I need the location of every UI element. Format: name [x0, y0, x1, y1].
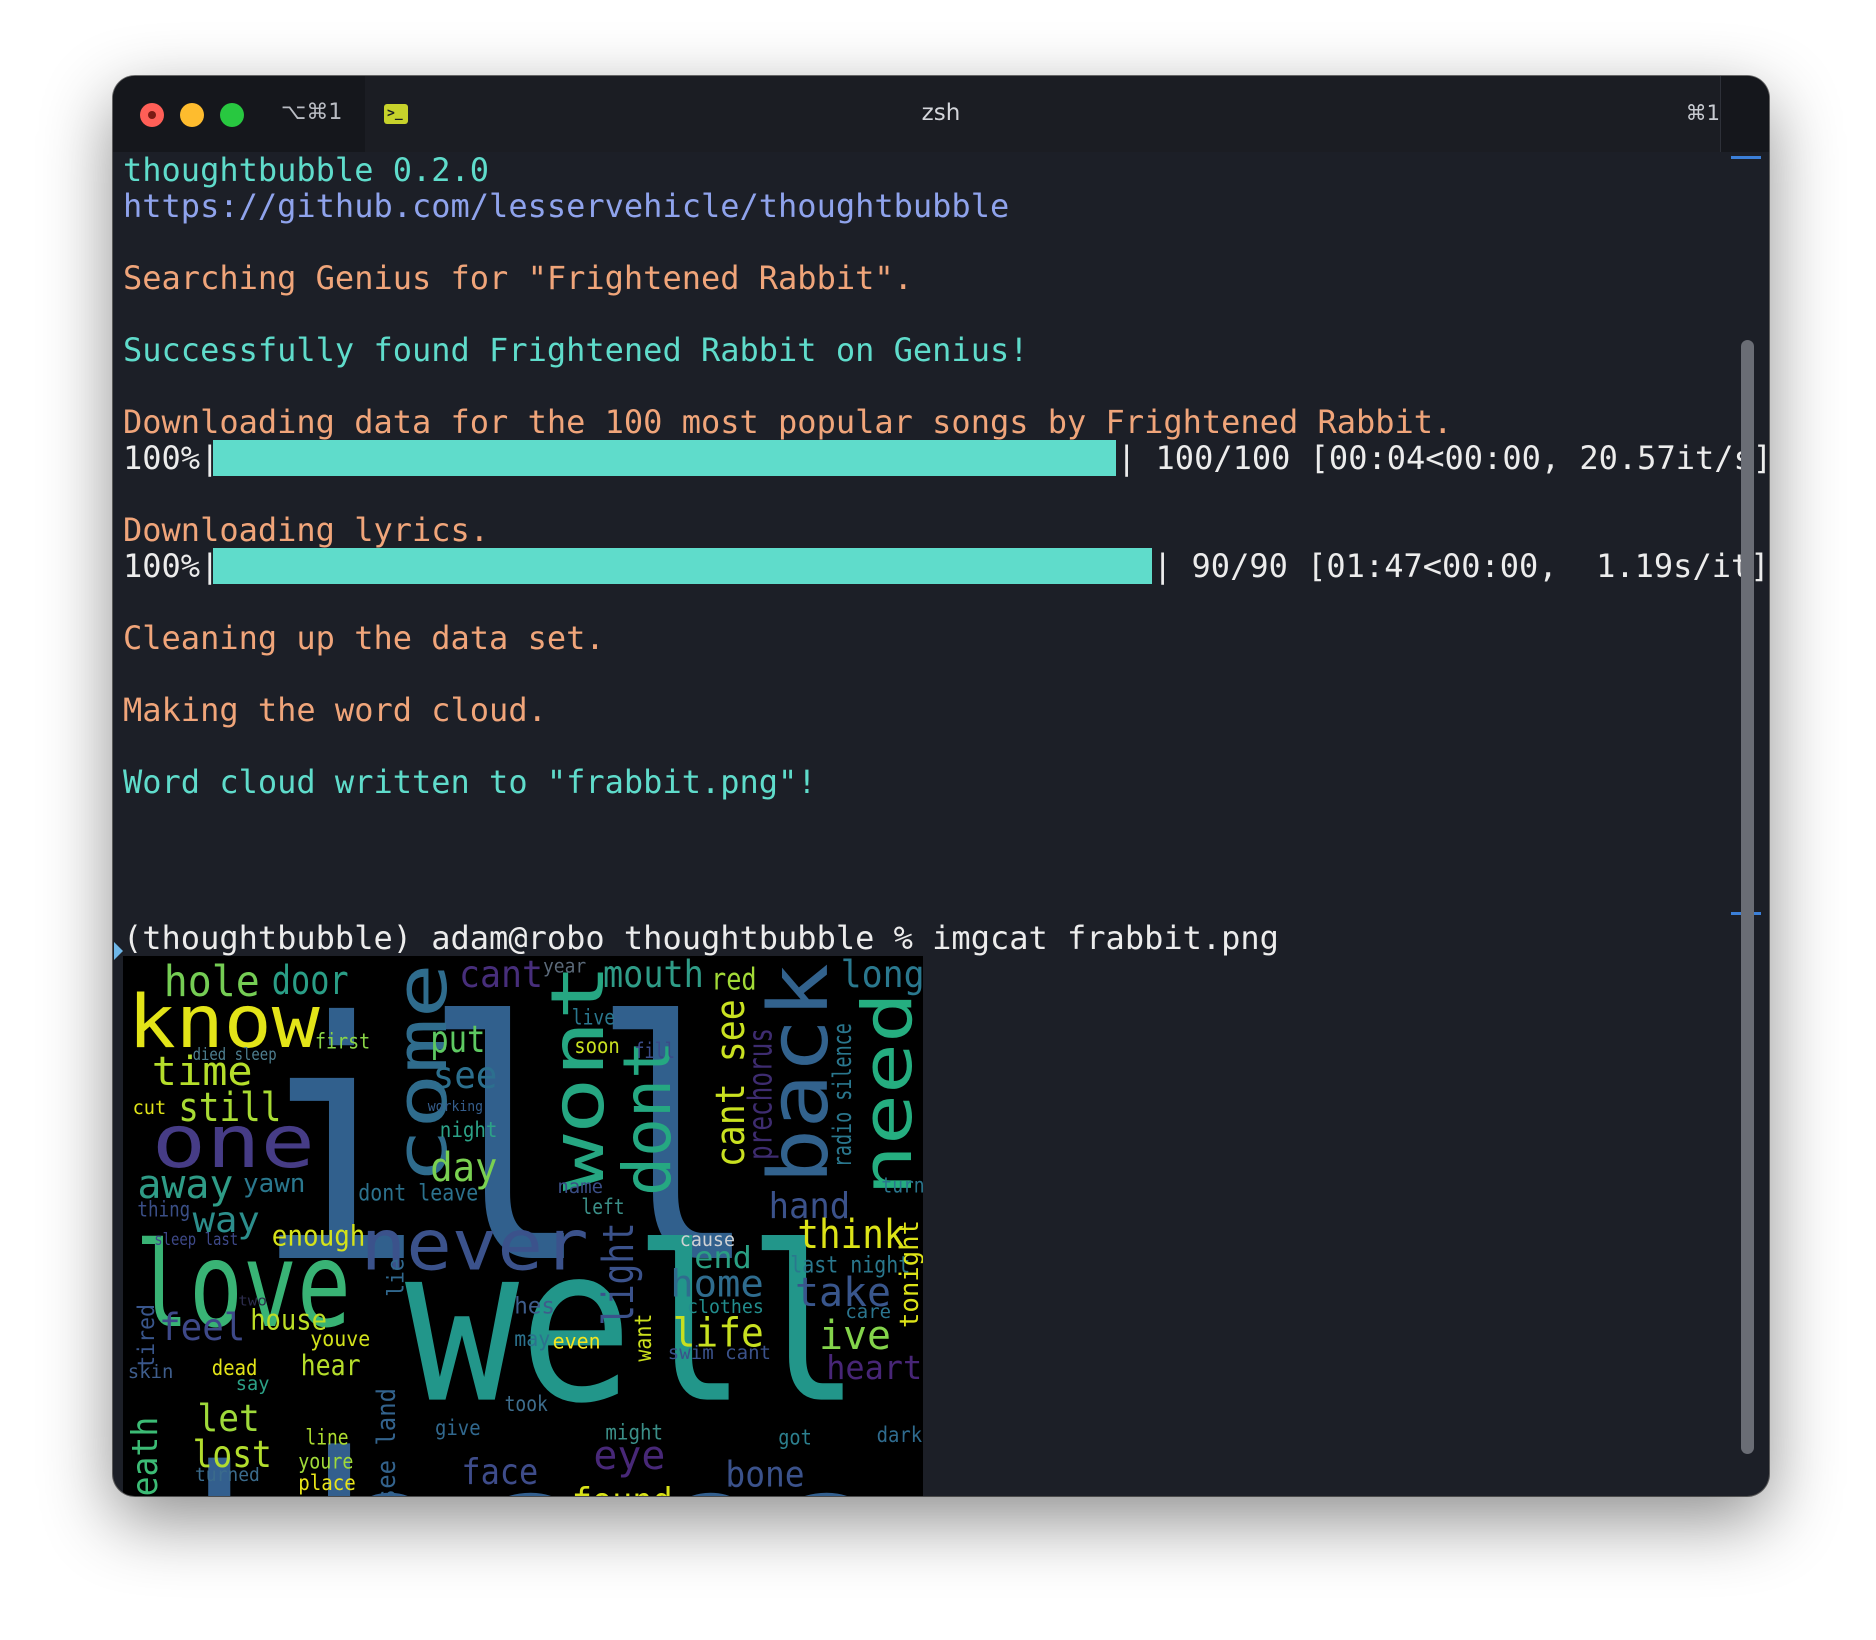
written-line: Word cloud written to "frabbit.png"! — [123, 763, 817, 801]
terminal-output[interactable]: thoughtbubble 0.2.0 https://github.com/l… — [113, 152, 1769, 1496]
cloud-word: think — [797, 1212, 906, 1259]
cloud-word: hes — [514, 1291, 556, 1320]
cloud-word: face — [461, 1452, 539, 1494]
cloud-word: took — [504, 1390, 548, 1416]
prompt-marker-icon — [114, 942, 123, 960]
cloud-word: died sleep — [192, 1045, 277, 1065]
cloud-word: first — [315, 1028, 371, 1054]
cloud-word: line — [305, 1424, 349, 1450]
cloud-word: beneath — [124, 1416, 166, 1496]
cloud-word: youve — [310, 1326, 371, 1351]
making-line: Making the word cloud. — [123, 691, 547, 729]
cloud-word: still — [178, 1085, 282, 1131]
cloud-word: dont leave — [358, 1178, 479, 1207]
cloud-word: light — [594, 1222, 644, 1326]
cloud-word: dark — [876, 1422, 923, 1447]
cloud-word: cut — [132, 1098, 167, 1119]
cloud-word: mouth — [603, 956, 704, 996]
cloud-word: give — [435, 1414, 481, 1440]
cloud-word: yawn — [243, 1169, 306, 1199]
cloud-word: sleep last — [154, 1230, 239, 1249]
cloud-word: even — [552, 1328, 601, 1354]
cloud-word: got — [778, 1424, 812, 1450]
cloud-word: radio silence — [828, 1023, 858, 1168]
progress-suffix: | 90/90 [01:47<00:00, 1.19s/it] — [1153, 547, 1769, 585]
cloud-word: swim cant — [667, 1342, 772, 1364]
cloud-word: thing — [137, 1196, 191, 1222]
cloud-word: working — [427, 1099, 484, 1115]
downloading-lyrics-line: Downloading lyrics. — [123, 511, 490, 549]
cloud-word: say — [235, 1374, 270, 1395]
cloud-word: night — [439, 1117, 498, 1143]
window-shortcut-label: ⌘1 — [1685, 101, 1720, 125]
version-line: thoughtbubble 0.2.0 — [123, 151, 490, 189]
window-title: zsh — [921, 100, 961, 126]
cloud-word: skin — [127, 1362, 174, 1383]
cloud-word: door — [271, 957, 349, 1004]
cloud-word: lie — [381, 1258, 410, 1297]
cloud-word: place — [298, 1470, 356, 1495]
cloud-word: prechorus — [740, 1027, 780, 1160]
cloud-word: live — [571, 1004, 616, 1030]
cloud-word: want — [628, 1313, 657, 1362]
cloud-word: heart — [826, 1348, 923, 1387]
progress-bar-fill — [213, 548, 1152, 584]
cloud-word: dont — [609, 1039, 686, 1196]
cloud-word: soon — [574, 1033, 620, 1059]
progress-bar-fill — [213, 440, 1116, 476]
cloud-word: youre — [298, 1448, 354, 1474]
cloud-word: left — [581, 1194, 625, 1219]
cloud-word: enough — [271, 1219, 366, 1253]
downloading-data-line: Downloading data for the 100 most popula… — [123, 403, 1453, 441]
cloud-word: long — [840, 956, 923, 996]
cloud-word: bone — [725, 1454, 805, 1496]
scrollbar-thumb[interactable] — [1741, 340, 1754, 1454]
cloud-word: feel — [159, 1304, 246, 1349]
cloud-word: see — [432, 1052, 498, 1097]
cleaning-line: Cleaning up the data set. — [123, 619, 605, 657]
cloud-word: fill — [634, 1038, 676, 1063]
terminal-window: ⌥⌘1 >_ zsh ⌘1 thoughtbubble 0.2.0 https:… — [113, 76, 1769, 1496]
title-bar: ⌥⌘1 >_ zsh ⌘1 — [113, 76, 1769, 152]
progress-prefix: 100%| — [123, 439, 220, 477]
cloud-word: red — [711, 962, 757, 998]
word-cloud-image: illthereswellloveknowonecomewontdontback… — [123, 956, 923, 1496]
found-line: Successfully found Frightened Rabbit on … — [123, 331, 1029, 369]
cloud-word: may — [514, 1326, 551, 1351]
command-prompt: (thoughtbubble) adam@robo thoughtbubble … — [123, 919, 1279, 957]
cloud-word: cant — [459, 956, 544, 996]
scroll-mark — [1731, 156, 1761, 159]
cloud-word: need — [849, 991, 923, 1196]
new-tab-area[interactable] — [1720, 76, 1769, 152]
cloud-word: wont — [536, 963, 621, 1192]
cloud-word: found — [572, 1484, 673, 1496]
cloud-word: turn — [881, 1172, 923, 1198]
cloud-word: hear — [300, 1349, 361, 1382]
cloud-word: tired — [132, 1303, 160, 1369]
cloud-word: hole — [163, 956, 260, 1006]
cloud-word: turned — [195, 1465, 260, 1487]
cloud-word: year — [543, 956, 587, 978]
cloud-word: eye — [593, 1433, 666, 1479]
url-line[interactable]: https://github.com/lesservehicle/thought… — [123, 188, 1009, 224]
cloud-word: see land — [372, 1387, 402, 1496]
progress-prefix: 100%| — [123, 547, 220, 585]
progress-suffix: | 100/100 [00:04<00:00, 20.57it/s] — [1117, 439, 1769, 477]
cloud-word: tonight — [895, 1219, 923, 1328]
searching-line: Searching Genius for "Frightened Rabbit"… — [123, 259, 913, 297]
